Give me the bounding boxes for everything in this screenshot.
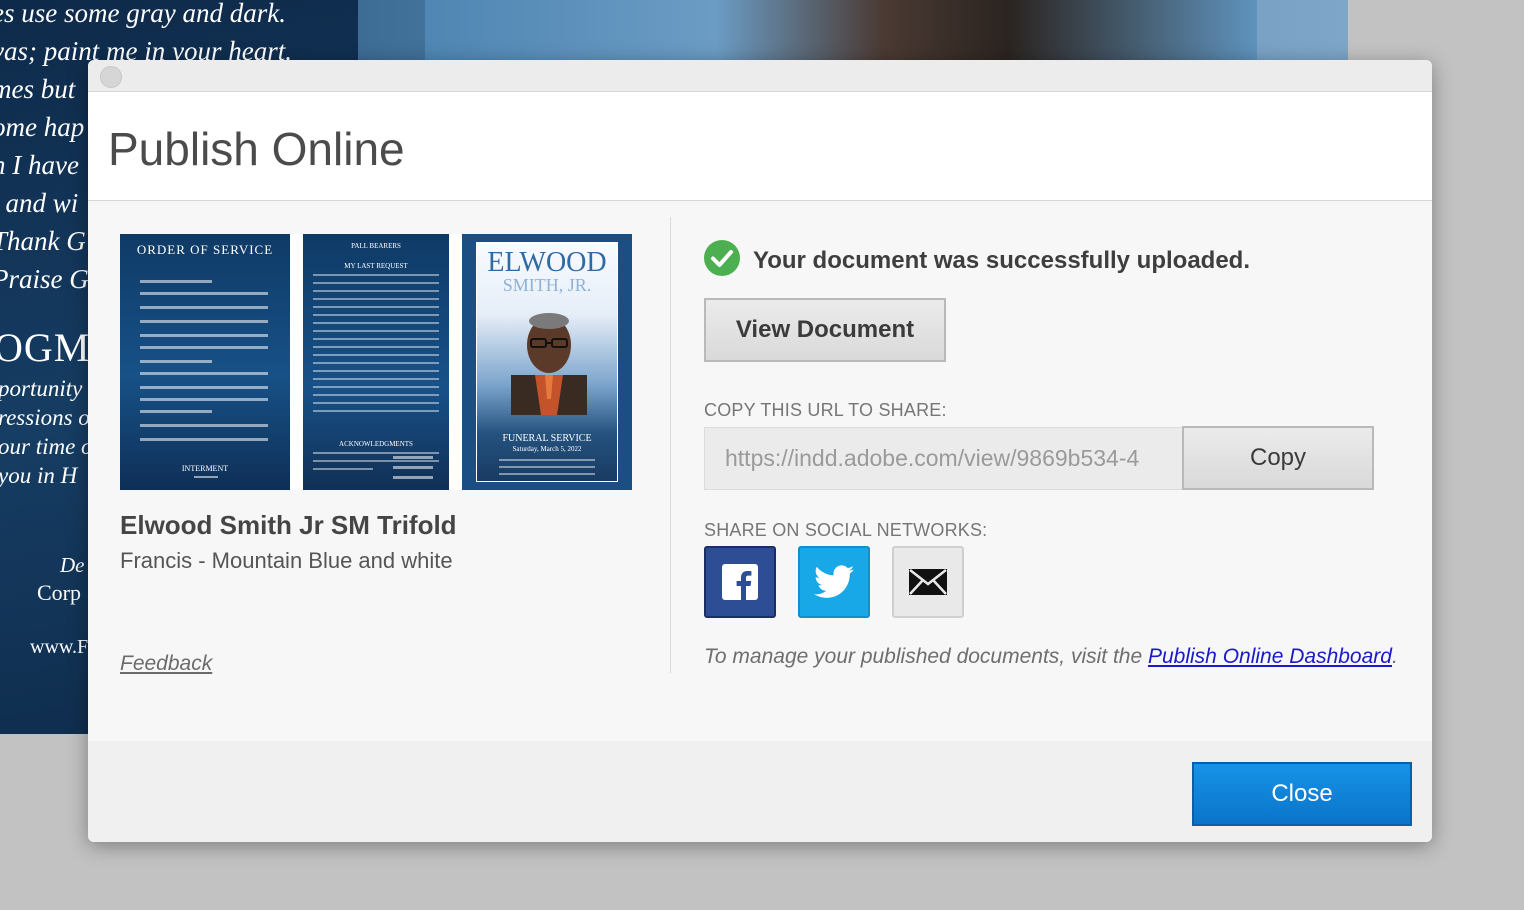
thumbnail-panel-footer: INTERMENT (181, 464, 229, 473)
copy-url-button[interactable]: Copy (1182, 426, 1374, 490)
document-template-name: Francis - Mountain Blue and white (120, 548, 453, 573)
view-document-button[interactable]: View Document (704, 298, 946, 362)
background-credit-line: De (60, 553, 85, 577)
cover-service: FUNERAL SERVICE (502, 433, 592, 444)
share-url-field[interactable] (704, 427, 1184, 490)
email-icon (909, 569, 947, 595)
ack-line: portunity (0, 376, 83, 401)
cover-date: Saturday, March 5, 2022 (512, 445, 582, 453)
dialog-footer: Close (88, 741, 1432, 842)
manage-documents-text: To manage your published documents, visi… (704, 645, 1398, 669)
share-email-button[interactable] (892, 546, 964, 618)
document-thumbnail: ORDER OF SERVICE INTERMENT PALL BEARERS (120, 234, 632, 490)
poem-line: es use some gray and dark. (0, 0, 286, 28)
close-button[interactable]: Close (1192, 762, 1412, 826)
publish-online-dialog: Publish Online ORDER OF SERVICE INTERMEN… (88, 60, 1432, 842)
thumbnail-cover: ELWOOD SMITH, JR. FUNERAL SERVICE Saturd… (476, 242, 618, 482)
background-acknowledgments: portunity ressions of our time o you in … (0, 374, 96, 490)
thumbnail-panel-last-request: PALL BEARERS MY LAST REQUEST ACKNOWLEDGM… (303, 234, 449, 490)
share-url-label: COPY THIS URL TO SHARE: (704, 400, 947, 420)
dialog-title: Publish Online (108, 123, 405, 175)
dialog-titlebar (88, 60, 1432, 92)
ack-line: you in H (0, 463, 78, 488)
feedback-link[interactable]: Feedback (120, 652, 212, 676)
dialog-header: Publish Online (88, 92, 1432, 201)
manage-documents-prefix: To manage your published documents, visi… (704, 645, 1148, 668)
ack-line: ressions of (0, 405, 97, 430)
dialog-content: ORDER OF SERVICE INTERMENT PALL BEARERS (88, 201, 1432, 741)
social-networks-label: SHARE ON SOCIAL NETWORKS: (704, 520, 988, 540)
upload-success-message: Your document was successfully uploaded. (753, 247, 1251, 274)
background-credit-line: www.F (30, 636, 89, 658)
twitter-icon (814, 565, 854, 598)
cover-last-name: SMITH, JR. (502, 275, 592, 295)
ack-line: our time o (0, 434, 93, 459)
thumbnail-panel-subheading: MY LAST REQUEST (344, 262, 408, 270)
background-portrait-photo (425, 0, 1257, 60)
publish-online-dashboard-link[interactable]: Publish Online Dashboard (1148, 645, 1392, 668)
thumbnail-panel-heading: ORDER OF SERVICE (136, 242, 274, 257)
success-check-icon (704, 240, 740, 276)
background-credit-line: Corp (37, 580, 81, 605)
thumbnail-panel-section: ACKNOWLEDGMENTS (339, 440, 413, 448)
cover-portrait (511, 313, 587, 415)
thumbnail-panel-heading: PALL BEARERS (351, 242, 401, 250)
share-facebook-button[interactable] (704, 546, 776, 618)
share-twitter-button[interactable] (798, 546, 870, 618)
thumbnail-panel-cover: ELWOOD SMITH, JR. FUNERAL SERVICE Saturd… (462, 234, 632, 490)
document-name: Elwood Smith Jr SM Trifold (120, 510, 457, 540)
thumbnail-panel-order-of-service: ORDER OF SERVICE INTERMENT (120, 234, 290, 490)
window-close-button[interactable] (100, 66, 122, 88)
column-divider (670, 217, 671, 673)
manage-documents-suffix: . (1391, 645, 1398, 668)
facebook-icon (722, 564, 758, 600)
